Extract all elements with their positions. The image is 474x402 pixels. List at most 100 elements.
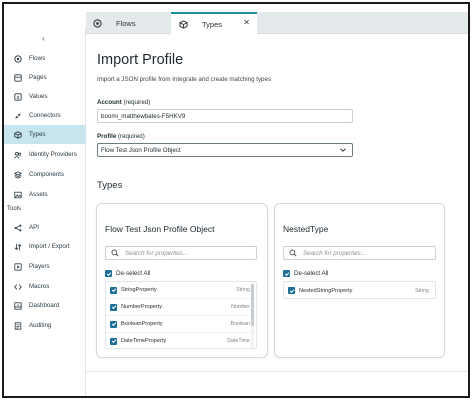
connector-icon — [13, 111, 22, 120]
dashboard-icon — [13, 301, 22, 310]
sidebar-item-dashboard[interactable]: Dashboard — [4, 296, 86, 315]
checkbox-checked-icon[interactable] — [110, 286, 117, 294]
profile-label-text: Profile — [97, 133, 117, 140]
deselect-all-label: De-select All — [116, 270, 151, 277]
sidebar-item-identity-providers[interactable]: Identity Providers — [4, 145, 86, 164]
type-card-title: Flow Test Json Profile Object — [105, 224, 215, 234]
types-icon — [13, 130, 22, 139]
profile-label: Profile (required) — [97, 133, 145, 140]
sidebar-item-label: Types — [29, 131, 46, 138]
sidebar-item-players[interactable]: Players — [4, 257, 86, 276]
tab-label: Flows — [116, 18, 136, 28]
sidebar-item-label: Players — [29, 263, 50, 270]
sidebar-item-label: API — [29, 224, 39, 231]
property-name: BooleanProperty — [121, 321, 163, 327]
sidebar-item-import-export[interactable]: Import / Export — [4, 237, 86, 256]
sidebar-item-flows[interactable]: Flows — [4, 49, 86, 68]
sidebar-item-label: Components — [29, 171, 65, 178]
types-heading: Types — [97, 180, 123, 191]
collapse-icon[interactable]: ‹ — [42, 34, 45, 43]
flow-icon — [92, 18, 102, 28]
search-input[interactable]: Search for properties... — [105, 246, 257, 260]
tools-section-label: Tools — [7, 206, 22, 212]
list-item[interactable]: StringProperty String — [106, 282, 256, 299]
sidebar-item-label: Pages — [29, 74, 47, 81]
sidebar-item-auditing[interactable]: Auditing — [4, 316, 86, 335]
property-list: NestedStringProperty String — [283, 281, 436, 299]
list-item[interactable]: BooleanProperty Boolean — [106, 316, 256, 333]
app-window: Flows Types ✕ ‹ Flows Pages $ Values Con… — [2, 2, 470, 398]
tab-bar: Flows Types ✕ — [86, 12, 468, 35]
sidebar-item-label: Connectors — [29, 112, 61, 119]
sidebar-item-label: Dashboard — [29, 302, 60, 309]
property-type: String — [415, 287, 429, 294]
scrollbar-thumb[interactable] — [251, 284, 254, 326]
sidebar-item-label: Assets — [29, 191, 48, 198]
account-label: Account (required) — [97, 99, 150, 106]
list-item[interactable]: DateTimeProperty DateTime — [106, 333, 256, 348]
page-icon — [13, 73, 22, 82]
deselect-all-checkbox[interactable]: De-select All — [105, 270, 150, 277]
required-marker: (required) — [116, 133, 145, 140]
property-name: NumberProperty — [121, 304, 163, 310]
sidebar-item-values[interactable]: $ Values — [4, 87, 86, 106]
search-icon — [111, 249, 119, 257]
sidebar-item-macros[interactable]: Macros — [4, 277, 86, 296]
sidebar-item-label: Flows — [29, 55, 46, 62]
property-type: Boolean — [230, 321, 250, 327]
tab-label: Types — [202, 20, 223, 29]
deselect-all-label: De-select All — [294, 270, 329, 277]
api-icon — [13, 223, 22, 232]
checkbox-checked-icon[interactable] — [110, 303, 117, 311]
types-icon — [178, 20, 188, 30]
values-icon: $ — [13, 92, 22, 101]
checkbox-checked-icon[interactable] — [288, 287, 295, 294]
sidebar-item-label: Macros — [29, 283, 50, 290]
sidebar-item-label: Values — [29, 93, 48, 100]
type-card: Flow Test Json Profile Object Search for… — [96, 203, 268, 358]
chevron-down-icon — [339, 146, 347, 156]
sidebar-item-connectors[interactable]: Connectors — [4, 106, 86, 125]
deselect-all-checkbox[interactable]: De-select All — [283, 270, 328, 277]
profile-select[interactable]: Flow Test Json Profile Object — [97, 143, 353, 157]
code-icon — [13, 282, 22, 291]
page-subtitle: Import a JSON profile from Integrate and… — [97, 76, 272, 83]
property-name: DateTimeProperty — [121, 338, 167, 344]
type-card: NestedType Search for properties... De-s… — [274, 203, 445, 358]
player-icon — [13, 262, 22, 271]
flow-icon — [13, 54, 22, 63]
page-title: Import Profile — [97, 52, 184, 68]
search-placeholder: Search for properties... — [125, 249, 188, 257]
sidebar-item-label: Import / Export — [29, 243, 70, 250]
property-type: DateTime — [227, 338, 250, 344]
checkbox-checked-icon — [105, 270, 112, 277]
checkbox-checked-icon[interactable] — [110, 337, 117, 345]
auditing-icon — [13, 321, 22, 330]
property-type: String — [236, 287, 250, 293]
svg-text:$: $ — [16, 95, 19, 101]
sidebar-item-types[interactable]: Types — [4, 125, 86, 144]
sidebar-item-api[interactable]: API — [4, 218, 86, 237]
main-content: Import Profile Import a JSON profile fro… — [86, 35, 468, 396]
identity-icon — [13, 150, 22, 159]
tab-flows[interactable]: Flows — [86, 12, 171, 34]
sidebar-item-label: Identity Providers — [29, 151, 77, 158]
close-icon[interactable]: ✕ — [243, 18, 250, 27]
search-placeholder: Search for properties... — [303, 249, 366, 257]
checkbox-checked-icon[interactable] — [110, 320, 117, 328]
assets-icon — [13, 190, 22, 199]
search-input[interactable]: Search for properties... — [283, 246, 436, 260]
account-field[interactable]: boomi_matthewbates-F5HKV9 — [97, 109, 353, 123]
sidebar-item-assets[interactable]: Assets — [4, 185, 86, 204]
type-card-title: NestedType — [283, 224, 329, 234]
property-name: NestedStringProperty — [299, 287, 353, 294]
required-marker: (required) — [121, 99, 151, 106]
sidebar-item-pages[interactable]: Pages — [4, 68, 86, 87]
component-icon — [13, 170, 22, 179]
list-item[interactable]: NestedStringProperty String — [284, 282, 435, 298]
list-item[interactable]: NumberProperty Number — [106, 299, 256, 316]
search-icon — [289, 249, 297, 257]
sidebar-item-components[interactable]: Components — [4, 165, 86, 184]
tab-types[interactable]: Types ✕ — [171, 12, 257, 35]
checkbox-checked-icon — [283, 270, 290, 277]
